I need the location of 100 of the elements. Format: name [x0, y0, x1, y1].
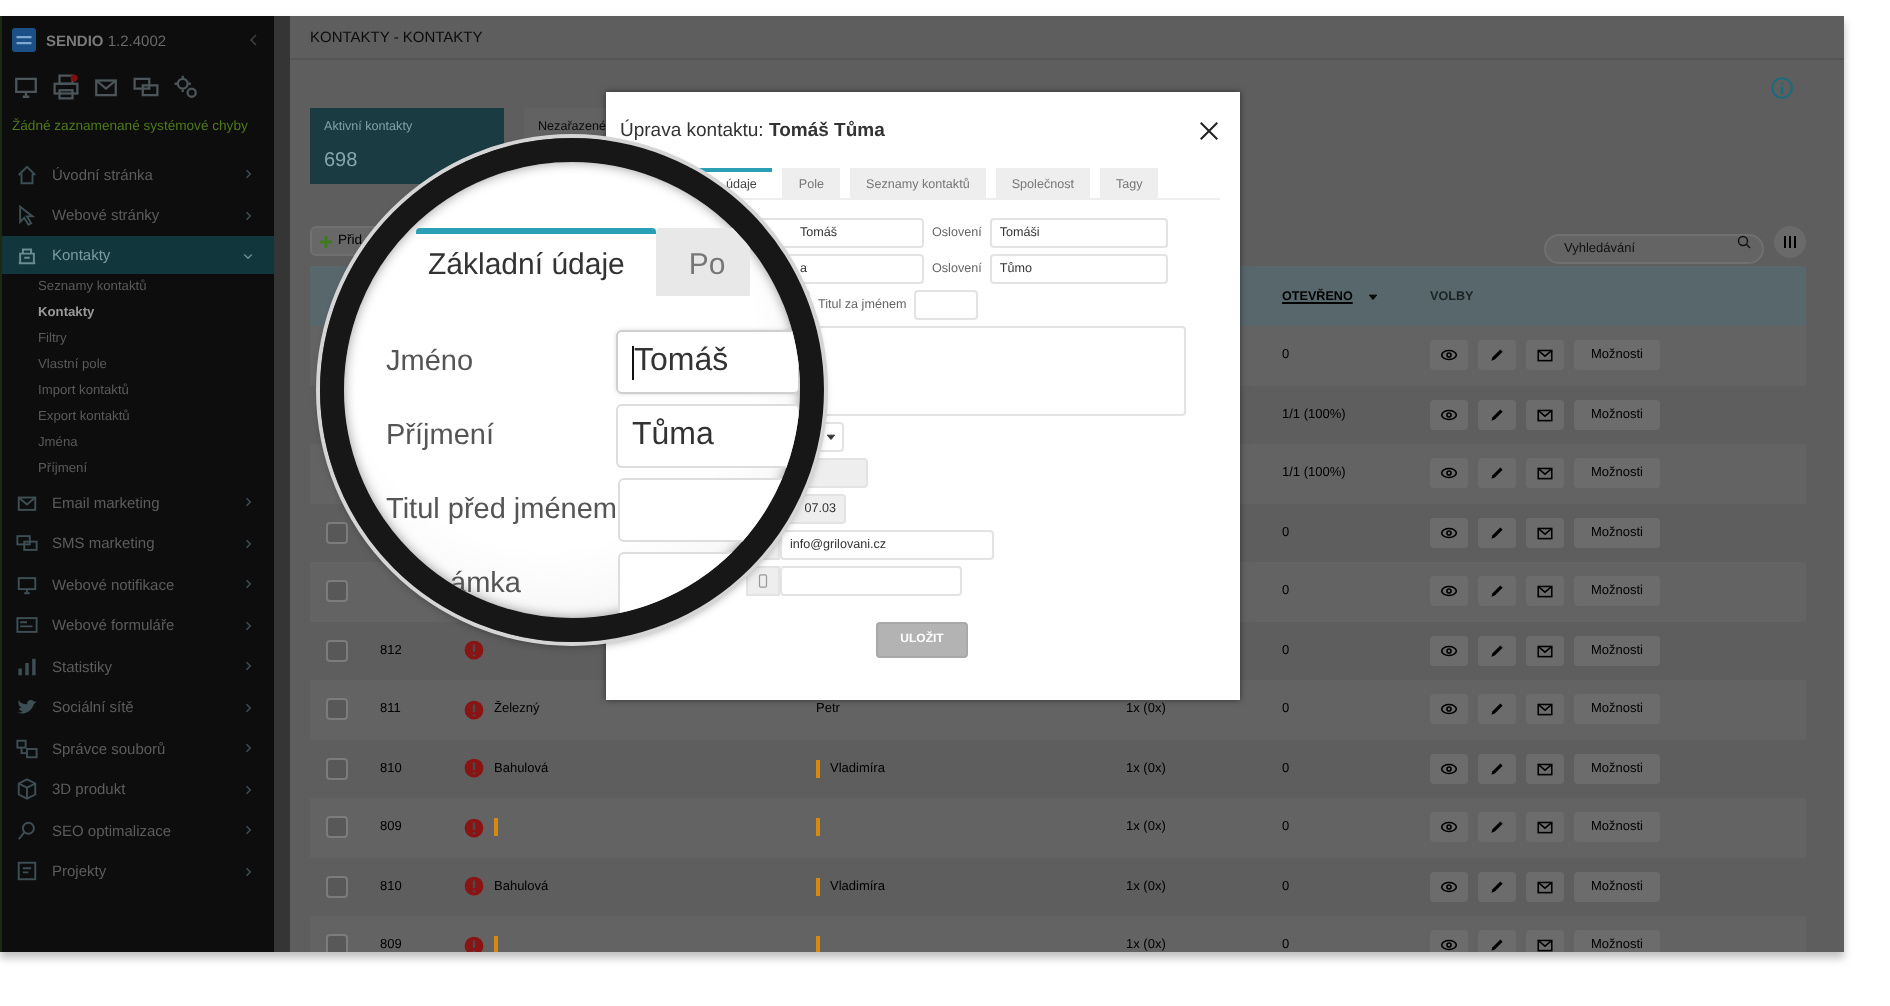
- email-button[interactable]: [1526, 517, 1564, 548]
- pencil-icon: [1488, 405, 1506, 424]
- mail-icon[interactable]: [92, 73, 120, 99]
- chat-icon[interactable]: [132, 73, 160, 99]
- scrollbar[interactable]: [274, 16, 290, 952]
- form-icon: [16, 614, 38, 637]
- chevron-down-icon: [242, 249, 254, 261]
- email-button[interactable]: [1526, 340, 1564, 371]
- input-field[interactable]: Tůma: [615, 404, 800, 468]
- checkbox[interactable]: [326, 698, 348, 721]
- chevron-right-icon: [242, 496, 254, 509]
- view-button[interactable]: [1430, 340, 1468, 371]
- view-button[interactable]: [1430, 753, 1468, 784]
- email-button[interactable]: [1526, 576, 1564, 607]
- chevron-right-icon: [242, 865, 254, 878]
- email-button[interactable]: [1526, 635, 1564, 666]
- building-icon: [16, 244, 38, 266]
- mail-icon: [1536, 877, 1554, 896]
- view-button[interactable]: [1430, 694, 1468, 725]
- chat-icon: [16, 532, 38, 555]
- view-button[interactable]: [1430, 635, 1468, 666]
- eye-icon: [1440, 641, 1458, 660]
- tab[interactable]: Po: [656, 228, 750, 296]
- mail-icon: [1536, 818, 1554, 837]
- plus-icon: [318, 233, 334, 249]
- view-button[interactable]: [1430, 458, 1468, 489]
- view-button[interactable]: [1430, 871, 1468, 902]
- edit-button[interactable]: [1478, 694, 1516, 725]
- mail-icon: [1536, 582, 1554, 601]
- bird-icon: [16, 696, 38, 719]
- printer-icon[interactable]: [52, 73, 80, 99]
- input-field[interactable]: [914, 290, 979, 320]
- checkbox[interactable]: [326, 639, 348, 662]
- close-icon: [1198, 120, 1220, 142]
- edit-button[interactable]: [1478, 517, 1516, 548]
- pencil-icon: [1488, 700, 1506, 719]
- edit-button[interactable]: [1478, 812, 1516, 843]
- columns-button[interactable]: [1774, 225, 1806, 257]
- email-button[interactable]: [1526, 694, 1564, 725]
- edit-button[interactable]: [1478, 930, 1516, 952]
- email-button[interactable]: [1526, 871, 1564, 902]
- chevron-right-icon: [242, 578, 254, 591]
- view-button[interactable]: [1430, 812, 1468, 843]
- eye-icon: [1440, 582, 1458, 601]
- cursor-icon: [16, 204, 38, 227]
- edit-button[interactable]: [1478, 753, 1516, 784]
- checkbox[interactable]: [326, 816, 348, 839]
- gears-icon[interactable]: [172, 73, 200, 99]
- eye-icon: [1440, 877, 1458, 896]
- mail-icon: [1536, 346, 1554, 365]
- view-button[interactable]: [1430, 517, 1468, 548]
- monitor-icon[interactable]: [12, 73, 40, 99]
- edit-button[interactable]: [1478, 458, 1516, 489]
- edit-button[interactable]: [1478, 576, 1516, 607]
- view-button[interactable]: [1430, 576, 1468, 607]
- email-button[interactable]: [1526, 812, 1564, 843]
- chevron-right-icon: [242, 824, 254, 837]
- eye-icon: [1440, 700, 1458, 719]
- columns-icon: [1782, 233, 1798, 249]
- edit-button[interactable]: [1478, 399, 1516, 430]
- view-button[interactable]: [1430, 399, 1468, 430]
- checkbox[interactable]: [326, 757, 348, 780]
- pencil-icon: [1488, 759, 1506, 778]
- chevron-right-icon: [242, 209, 254, 222]
- field-label: Jméno: [386, 346, 476, 378]
- note-icon: [16, 860, 38, 883]
- view-button[interactable]: [1430, 930, 1468, 952]
- chevron-right-icon: [242, 742, 254, 755]
- chevron-right-icon: [242, 537, 254, 550]
- mail-icon: [1536, 936, 1554, 952]
- edit-button[interactable]: [1478, 340, 1516, 371]
- cube-icon: [16, 778, 38, 801]
- eye-icon: [1440, 346, 1458, 365]
- text-cursor: [631, 345, 634, 379]
- checkbox[interactable]: [326, 580, 348, 603]
- mail-icon: [1536, 641, 1554, 660]
- checkbox[interactable]: [326, 875, 348, 898]
- pencil-icon: [1488, 464, 1506, 483]
- mail-icon: [1536, 464, 1554, 483]
- checkbox[interactable]: [326, 934, 348, 952]
- pencil-icon: [1488, 641, 1506, 660]
- email-button[interactable]: [1526, 458, 1564, 489]
- pencil-icon: [1488, 346, 1506, 365]
- mail-icon: [1536, 759, 1554, 778]
- mail-icon: [16, 491, 38, 514]
- edit-button[interactable]: [1478, 871, 1516, 902]
- email-button[interactable]: [1526, 930, 1564, 952]
- search-icon: [16, 819, 38, 842]
- checkbox[interactable]: [326, 521, 348, 544]
- email-button[interactable]: [1526, 399, 1564, 430]
- chevron-right-icon: [242, 783, 254, 796]
- collapse-icon[interactable]: [246, 32, 262, 48]
- input-field[interactable]: Tomáš: [615, 330, 800, 394]
- search-icon: [1736, 234, 1752, 250]
- close-button[interactable]: [1198, 120, 1220, 142]
- edit-button[interactable]: [1478, 635, 1516, 666]
- pencil-icon: [1488, 936, 1506, 952]
- logo-icon: [12, 28, 36, 52]
- bar-chart-icon: [16, 655, 38, 678]
- email-button[interactable]: [1526, 753, 1564, 784]
